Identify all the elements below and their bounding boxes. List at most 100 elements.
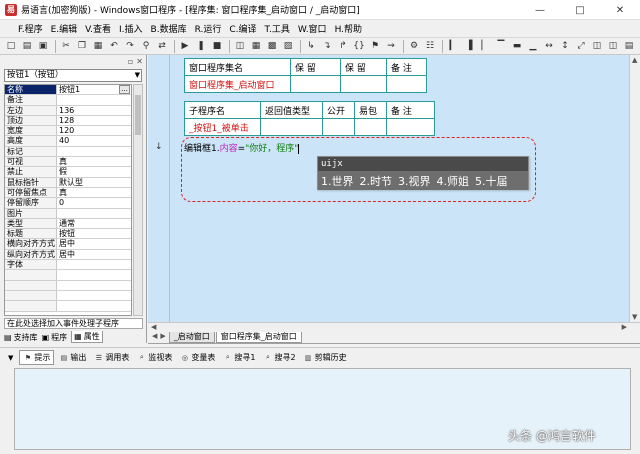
property-row[interactable]: 标记	[5, 146, 131, 158]
assembly-cell[interactable]	[340, 75, 387, 93]
property-row[interactable]: 备注	[5, 95, 131, 106]
property-row[interactable]	[5, 290, 131, 302]
output-tab[interactable]: ⚑ 提示	[19, 350, 55, 365]
ime-candidate[interactable]: 5.十届	[475, 173, 508, 189]
menu-item[interactable]: H.帮助	[331, 22, 366, 35]
menu-item[interactable]: F.程序	[14, 22, 47, 35]
code-line[interactable]: 编辑框1.内容="你好，程序"	[184, 141, 300, 154]
editor-tab[interactable]: _启动窗口	[168, 332, 215, 343]
property-value[interactable]: 真	[57, 157, 131, 166]
ime-candidate[interactable]: 1.世界	[321, 173, 354, 189]
assembly-name-cell[interactable]: 窗口程序集_启动窗口	[184, 75, 291, 93]
assembly-cell[interactable]	[290, 75, 341, 93]
property-value[interactable]	[57, 291, 131, 300]
run-icon[interactable]: ▶	[178, 40, 192, 53]
output-tab[interactable]: ⌕ 搜寻2	[260, 351, 298, 364]
component-icon[interactable]: ⚙	[407, 40, 421, 53]
property-value[interactable]: 128	[57, 116, 131, 125]
ime-candidate[interactable]: 4.师姐	[437, 173, 470, 189]
maximize-icon[interactable]: □	[560, 0, 600, 20]
menu-item[interactable]: R.运行	[191, 22, 226, 35]
find-icon[interactable]: ⚲	[139, 40, 153, 53]
align-middle-icon[interactable]: ▬	[510, 40, 524, 53]
scroll-right-icon[interactable]: ▶	[622, 323, 627, 331]
cut-icon[interactable]: ✂	[59, 40, 73, 53]
menu-item[interactable]: B.数据库	[147, 22, 191, 35]
scroll-left-icon[interactable]: ◀	[151, 323, 156, 331]
property-scrollbar[interactable]	[133, 84, 143, 316]
align-top-icon[interactable]: ▔	[494, 40, 508, 53]
pause-icon[interactable]: ❚	[194, 40, 208, 53]
menu-item[interactable]: I.插入	[115, 22, 147, 35]
sub-cell[interactable]	[386, 118, 435, 136]
sub-cell[interactable]	[322, 118, 355, 136]
property-value[interactable]: 通常	[57, 219, 131, 228]
ime-candidate[interactable]: 2.时节	[360, 173, 393, 189]
panel-tab[interactable]: ▣ 程序	[42, 332, 68, 343]
property-value[interactable]	[57, 281, 131, 290]
property-row[interactable]: 可停留焦点真	[5, 187, 131, 199]
property-value[interactable]: 120	[57, 126, 131, 135]
property-row[interactable]: 顶边 128	[5, 115, 131, 127]
editor-horizontal-scrollbar[interactable]: ◀ ▶	[148, 322, 640, 332]
ellipsis-button[interactable]: ...	[119, 85, 130, 94]
property-row[interactable]	[5, 280, 131, 291]
property-value[interactable]: 按钮	[57, 229, 131, 238]
property-row[interactable]: 左边 136	[5, 105, 131, 116]
ime-candidate[interactable]: 3.视界	[398, 173, 431, 189]
property-value[interactable]: 按钮1...	[57, 85, 131, 94]
output-scrollbar[interactable]	[631, 368, 640, 450]
space-h-icon[interactable]: ◫	[590, 40, 604, 53]
property-row[interactable]: 名称 按钮1...	[5, 85, 131, 96]
property-value[interactable]	[57, 95, 131, 104]
property-row[interactable]: 横向对齐方式 居中	[5, 239, 131, 250]
step-over-icon[interactable]: ↴	[320, 40, 334, 53]
property-row[interactable]: 可视真	[5, 157, 131, 168]
space-v-icon[interactable]: ◫	[606, 40, 620, 53]
chevron-down-icon[interactable]: ▼	[135, 70, 140, 81]
output-tab[interactable]: ◎ 变量表	[177, 351, 218, 364]
assembly-cell[interactable]	[386, 75, 427, 93]
property-row[interactable]: 鼠标指针 默认型	[5, 177, 131, 188]
layout-icon[interactable]: ▨	[281, 40, 295, 53]
property-value[interactable]: 居中	[57, 239, 131, 248]
property-value[interactable]	[57, 260, 131, 269]
copy-icon[interactable]: ❐	[75, 40, 89, 53]
property-row[interactable]: 图片	[5, 208, 131, 219]
property-value[interactable]	[57, 301, 131, 310]
output-tab[interactable]: ☰ 调用表	[91, 351, 132, 364]
editor-vertical-scrollbar[interactable]: ▲ ▼	[629, 55, 640, 322]
property-row[interactable]: 高度 40	[5, 136, 131, 147]
minimize-icon[interactable]: —	[520, 0, 560, 20]
new-icon[interactable]: □	[4, 40, 18, 53]
window-design-icon[interactable]: ◫	[233, 40, 247, 53]
panel-tab[interactable]: ▦ 属性	[71, 331, 103, 343]
menu-item[interactable]: V.查看	[81, 22, 115, 35]
property-value[interactable]	[57, 209, 131, 218]
property-row[interactable]: 字体	[5, 260, 131, 271]
open-icon[interactable]: ▤	[20, 40, 34, 53]
menu-item[interactable]: W.窗口	[294, 22, 331, 35]
center-h-icon[interactable]: ▤	[622, 40, 636, 53]
output-tab[interactable]: ⌕ 搜寻1	[220, 351, 258, 364]
bookmark-icon[interactable]: ⚑	[368, 40, 382, 53]
pin-icon[interactable]: ▫	[128, 57, 133, 66]
property-value[interactable]: 真	[57, 188, 131, 197]
scroll-up-icon[interactable]: ▲	[632, 56, 637, 64]
trace-icon[interactable]: ⇝	[384, 40, 398, 53]
sub-cell[interactable]	[260, 118, 323, 136]
step-into-icon[interactable]: ↳	[304, 40, 318, 53]
same-size-icon[interactable]: ⤢	[574, 40, 588, 53]
property-value[interactable]: 假	[57, 167, 131, 176]
object-selector[interactable]: 按钮1（按钮） ▼	[4, 69, 142, 82]
property-row[interactable]: 宽度 120	[5, 126, 131, 137]
align-left-icon[interactable]: ▎	[446, 40, 460, 53]
sub-name-cell[interactable]: _按钮1_被单击	[184, 118, 261, 136]
table-icon[interactable]: ▦	[249, 40, 263, 53]
property-row[interactable]: 禁止假	[5, 167, 131, 178]
output-tab[interactable]: ▤ 输出	[56, 351, 89, 364]
event-hint[interactable]: 在此处选择加入事件处理子程序	[4, 318, 143, 329]
align-right-icon[interactable]: ▏	[478, 40, 492, 53]
property-value[interactable]: 默认型	[57, 178, 131, 187]
property-value[interactable]: 0	[57, 198, 131, 207]
